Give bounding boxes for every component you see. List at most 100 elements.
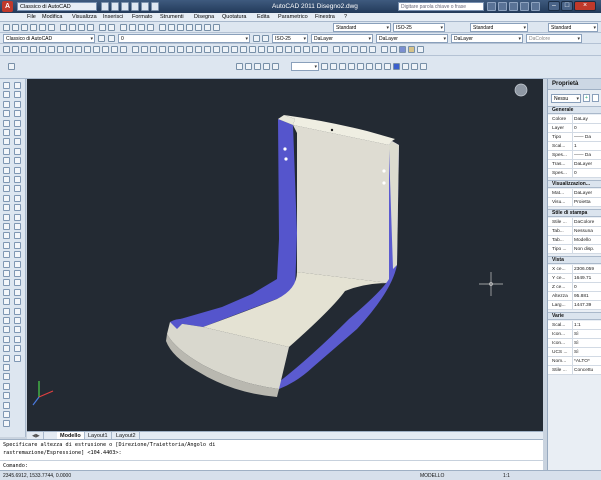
open-icon[interactable] [12,24,19,31]
property-value[interactable]: 2306.059 [572,265,601,274]
ucs-origin-icon[interactable] [57,46,64,53]
properties-section-header[interactable]: Visualizzazion... [548,180,601,188]
3d-move-icon[interactable] [294,46,301,53]
draw-line-icon[interactable] [8,63,15,70]
free-orbit-icon[interactable] [360,46,367,53]
camera-icon[interactable] [411,63,418,70]
copy-icon[interactable] [69,24,76,31]
modify-tool-icon[interactable] [14,176,21,183]
modify-tool-icon[interactable] [14,251,21,259]
property-value[interactable]: 1:1 [572,321,601,330]
draw-stretch-icon[interactable] [3,345,10,353]
walk-icon[interactable] [420,63,427,70]
property-value[interactable]: *ALTO* [572,357,601,366]
continuous-orbit-icon[interactable] [369,46,376,53]
draw-table-icon[interactable] [3,241,10,249]
property-value[interactable]: Sì [572,348,601,357]
sweep-icon[interactable] [240,46,247,53]
property-row[interactable]: Larg... 1447.39 [548,301,601,310]
background-icon[interactable] [402,63,409,70]
modify-tool-icon[interactable] [14,166,21,174]
render-icon[interactable] [339,63,346,70]
open-icon[interactable] [111,2,119,11]
draw-extend-icon[interactable] [3,364,10,371]
menu-formato[interactable]: Formato [132,13,152,22]
visual-style-realistic-icon[interactable] [399,46,406,53]
visual-styles-manager-icon[interactable] [417,46,424,53]
communication-icon[interactable] [509,2,518,11]
modify-tool-icon[interactable] [14,91,21,99]
draw-break-icon[interactable] [3,382,10,390]
property-row[interactable]: Tab... Modello [548,236,601,245]
draw-spline-icon[interactable] [3,157,10,165]
cut-icon[interactable] [60,24,67,31]
3d-array-icon[interactable] [321,46,328,53]
property-row[interactable]: Tab... Nessuna [548,227,601,236]
draw-gradient-icon[interactable] [3,223,10,230]
apply-ucs-icon[interactable] [111,46,118,53]
menu-disegna[interactable]: Disegna [194,13,214,22]
visual-style-conceptual-icon[interactable] [408,46,415,53]
space-toggle[interactable]: MODELLO [420,472,444,480]
publish-icon[interactable] [48,24,55,31]
save-icon[interactable] [21,24,28,31]
command-input[interactable]: Comando: [0,460,543,470]
subtract-icon[interactable] [276,46,283,53]
modify-tool-icon[interactable] [14,157,21,165]
draw-arc-icon[interactable] [3,129,10,136]
modify-tool-icon[interactable] [14,241,21,249]
zoom-realtime-icon[interactable] [129,24,136,31]
properties-section-header[interactable]: Generale [548,106,601,114]
draw-add-selected-icon[interactable] [3,260,10,268]
intersect-icon[interactable] [285,46,292,53]
mleader-style-dropdown[interactable]: Standard [548,23,598,32]
draw-line-icon[interactable] [3,82,10,89]
property-value[interactable]: DaLayer [572,189,601,198]
draw-array-icon[interactable] [3,307,10,315]
draw-erase-icon[interactable] [3,270,10,277]
modify-tool-icon[interactable] [14,288,21,296]
render-region-icon[interactable] [366,63,373,70]
modify-tool-icon[interactable] [14,232,21,240]
quick-select-icon[interactable]: + [583,94,590,102]
redo-icon[interactable] [141,2,149,11]
menu-quotatura[interactable]: Quotatura [222,13,246,22]
named-ucs-icon[interactable] [120,46,127,53]
property-value[interactable]: Sì [572,339,601,348]
undo-icon[interactable] [131,2,139,11]
draw-fillet-icon[interactable] [3,411,10,418]
draw-circle-icon[interactable] [3,138,10,146]
draw-make-block-icon[interactable] [3,194,10,202]
modify-tool-icon[interactable] [14,185,21,193]
viewcube-icon[interactable] [514,83,528,97]
draw-construction-line-icon[interactable] [3,91,10,99]
ucs-object-icon[interactable] [39,46,46,53]
render-settings-icon[interactable] [384,63,391,70]
ucs-icon[interactable] [3,46,10,53]
loft-icon[interactable] [258,46,265,53]
menu-strumenti[interactable]: Strumenti [160,13,184,22]
help-icon[interactable] [213,24,220,31]
property-row[interactable]: Layer 0 [548,124,601,133]
ucs-y-icon[interactable] [93,46,100,53]
property-value[interactable]: DaLay [572,115,601,124]
polysolid-icon[interactable] [132,46,139,53]
properties-section-header[interactable]: Stile di stampa [548,209,601,217]
property-value[interactable]: 1 [572,142,601,151]
section-icon[interactable] [342,46,349,53]
menu-edita[interactable]: Edita [257,13,270,22]
draw-chamfer-icon[interactable] [3,401,10,409]
quickcalc-icon[interactable] [204,24,211,31]
property-value[interactable]: Nessuna [572,227,601,236]
helix-icon[interactable] [204,46,211,53]
match-properties-icon[interactable] [87,24,94,31]
slice-icon[interactable] [333,46,340,53]
modify-tool-icon[interactable] [14,100,21,108]
property-row[interactable]: Tipo ... Non disp. [548,245,601,254]
view-dropdown[interactable] [291,62,319,71]
modify-tool-icon[interactable] [14,279,21,287]
union-icon[interactable] [267,46,274,53]
table-style-dropdown[interactable]: Standard [470,23,528,32]
pan-icon[interactable] [120,24,127,31]
menu-help[interactable]: ? [344,13,347,22]
